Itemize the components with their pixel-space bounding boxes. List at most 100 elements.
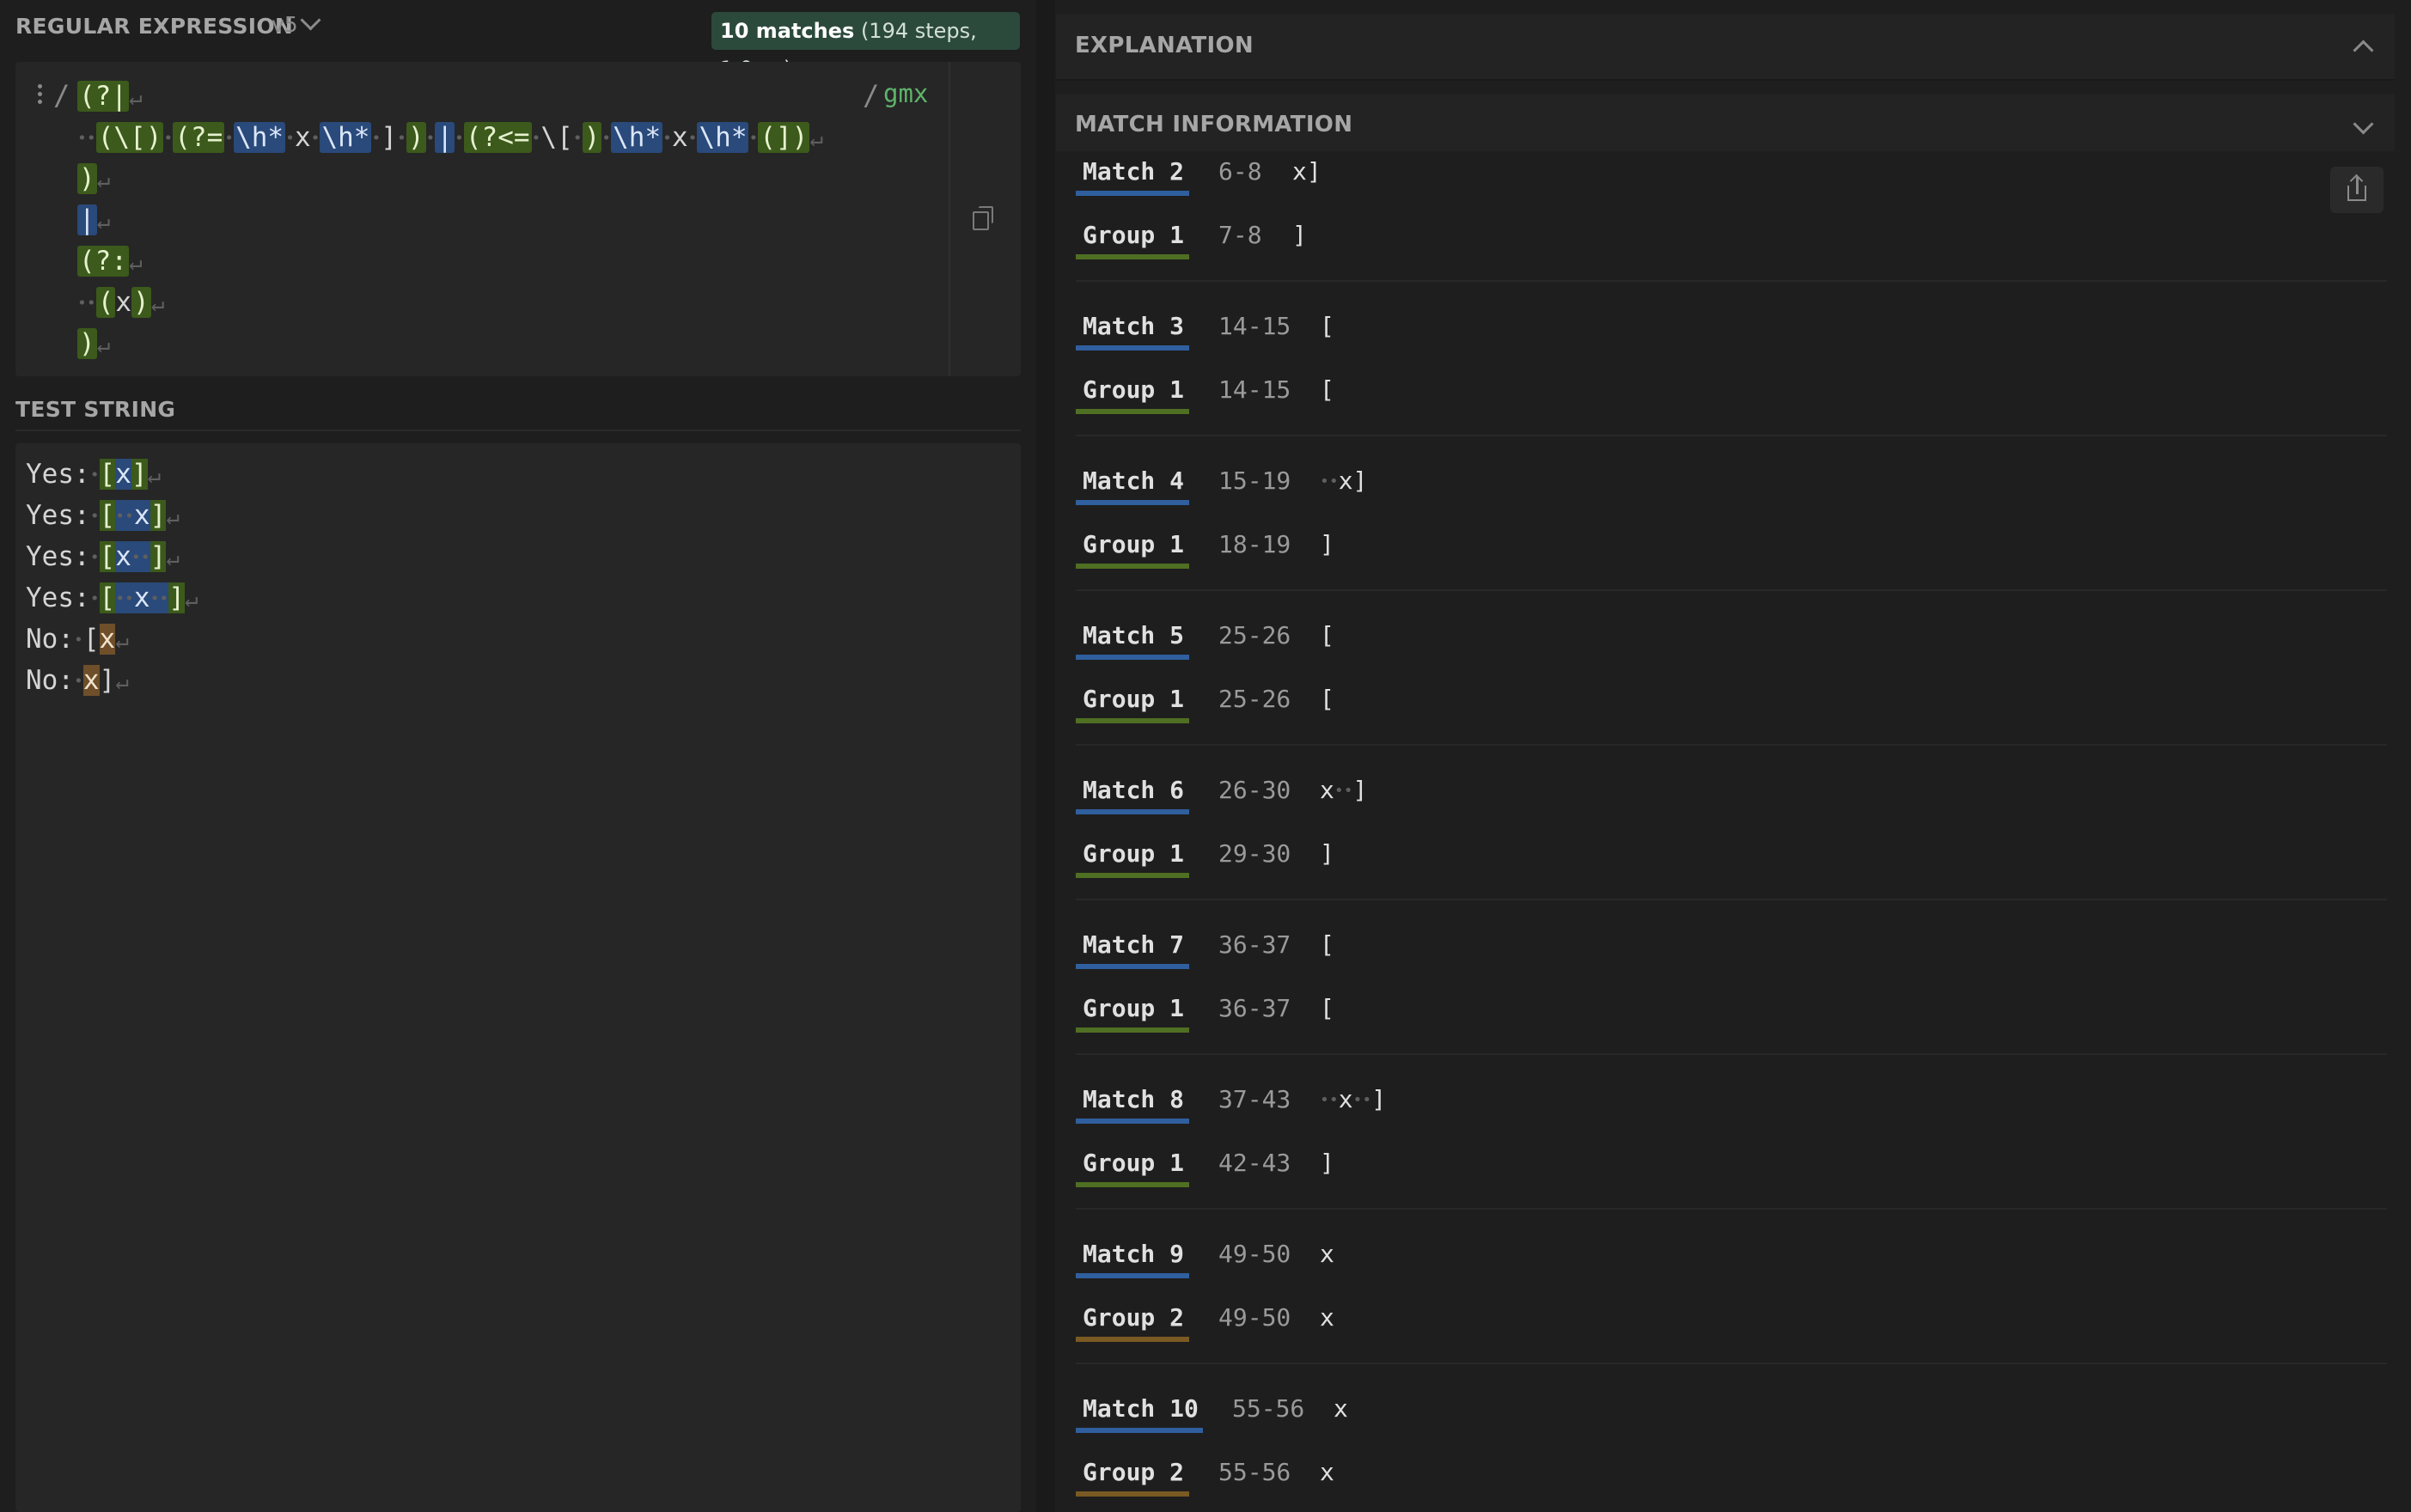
match-value: ]	[1320, 839, 1334, 868]
match-count: 10 matches	[720, 19, 855, 43]
regex-line: (?|↵	[77, 81, 143, 112]
match-value: x••]	[1320, 776, 1368, 804]
regex-delimiter-open: /	[53, 79, 70, 112]
match-range: 26-30	[1218, 776, 1291, 804]
match-label: Group 1	[1083, 685, 1185, 713]
match-row[interactable]: Match 7 36-37 [	[1076, 926, 2365, 969]
match-divider	[1076, 899, 2387, 900]
match-color-bar	[1076, 1182, 1189, 1187]
match-color-bar	[1076, 409, 1189, 414]
match-value: [	[1320, 312, 1334, 340]
group-row[interactable]: Group 1 25-26 [	[1076, 680, 2365, 723]
match-color-bar	[1076, 564, 1189, 569]
test-string-section-title: TEST STRING	[15, 397, 176, 422]
match-label: Match 5	[1083, 621, 1185, 649]
match-row[interactable]: Match 2 6-8 x]	[1076, 153, 2365, 196]
match-divider	[1076, 589, 2387, 591]
match-label: Group 1	[1083, 839, 1185, 868]
match-divider	[1076, 744, 2387, 746]
panel-splitter[interactable]	[1036, 0, 1055, 1512]
match-label: Match 7	[1083, 930, 1185, 959]
match-information-header[interactable]: MATCH INFORMATION	[1056, 94, 2395, 151]
regex-options-icon[interactable]	[38, 84, 43, 107]
match-range: 36-37	[1218, 994, 1291, 1022]
match-color-bar	[1076, 345, 1189, 351]
regex-delimiter-close: /	[863, 79, 880, 112]
group-row[interactable]: Group 1 42-43]	[1076, 1144, 2365, 1187]
match-range: 55-56	[1218, 1458, 1291, 1486]
match-label: Group 1	[1083, 1149, 1185, 1177]
match-color-bar	[1076, 1491, 1189, 1497]
group-row[interactable]: Group 1 14-15 [	[1076, 371, 2365, 414]
explanation-header[interactable]: EXPLANATION	[1056, 14, 2395, 81]
match-row[interactable]: Match 5 25-26 [	[1076, 617, 2365, 660]
match-label: Match 6	[1083, 776, 1185, 804]
match-value: [	[1320, 994, 1334, 1022]
match-label: Group 2	[1083, 1303, 1185, 1332]
match-label: Group 1	[1083, 375, 1185, 404]
match-row[interactable]: Match 9 49-50 x	[1076, 1235, 2365, 1278]
group-row[interactable]: Group 1 7-8]	[1076, 216, 2365, 259]
match-range: 36-37	[1218, 930, 1291, 959]
match-range: 15-19	[1218, 466, 1291, 495]
match-color-bar	[1076, 191, 1189, 196]
match-row[interactable]: Match 6 26-30 x••]	[1076, 771, 2365, 814]
regex-line: (?:↵	[77, 246, 143, 277]
match-color-bar	[1076, 1273, 1189, 1278]
match-range: 18-19	[1218, 530, 1291, 558]
match-label: Match 9	[1083, 1240, 1185, 1268]
group-row[interactable]: Group 2 55-56 x	[1076, 1454, 2365, 1497]
match-value: ]	[1320, 530, 1334, 558]
test-string-line: Yes:•[x••]↵	[26, 541, 180, 572]
match-value: ]	[1320, 1149, 1334, 1177]
test-string-line: Yes:•[x]↵	[26, 459, 162, 490]
match-information-title: MATCH INFORMATION	[1075, 112, 1353, 137]
match-range: 7-8	[1218, 221, 1262, 249]
match-value: x	[1320, 1458, 1334, 1486]
regex-line: ••(\[) •(?= •\h* •x•\h* •]•) •| •(?<= •\[•) •\h*…	[77, 122, 823, 153]
regex-line: )↵	[77, 328, 111, 359]
match-color-bar	[1076, 1027, 1189, 1033]
chevron-down-icon	[300, 9, 321, 31]
match-range: 6-8	[1218, 157, 1262, 186]
match-label: Group 1	[1083, 994, 1185, 1022]
match-color-bar	[1076, 500, 1189, 505]
match-row[interactable]: Match 8 37-43 ••x••]	[1076, 1081, 2365, 1124]
match-color-bar	[1076, 1428, 1203, 1433]
explanation-title: EXPLANATION	[1075, 33, 1254, 58]
group-row[interactable]: Group 1 29-30]	[1076, 835, 2365, 878]
copy-icon[interactable]	[973, 206, 995, 230]
group-row[interactable]: Group 1 18-19]	[1076, 526, 2365, 569]
match-row[interactable]: Match 4 15-19 ••x]	[1076, 462, 2365, 505]
section-divider	[15, 430, 1021, 431]
match-value: ••x••]	[1320, 1085, 1387, 1113]
match-range: 37-43	[1218, 1085, 1291, 1113]
match-color-bar	[1076, 254, 1189, 259]
test-string-line: No:•x]↵	[26, 665, 129, 696]
match-value: x	[1334, 1394, 1348, 1423]
match-color-bar	[1076, 655, 1189, 660]
match-value: ]	[1292, 221, 1307, 249]
match-divider	[1076, 1208, 2387, 1210]
match-label: Match 8	[1083, 1085, 1185, 1113]
match-row[interactable]: Match 3 14-15 [	[1076, 308, 2365, 351]
regex-line: |↵	[77, 204, 111, 235]
match-color-bar	[1076, 809, 1189, 814]
match-value: x]	[1292, 157, 1321, 186]
match-color-bar	[1076, 873, 1189, 878]
match-row[interactable]: Match 10 55-56 x	[1076, 1390, 2365, 1433]
match-value: x	[1320, 1240, 1334, 1268]
flavor-label: v5	[272, 12, 298, 37]
match-value: [	[1320, 930, 1334, 959]
regex-flags[interactable]: gmx	[883, 79, 928, 108]
match-range: 49-50	[1218, 1240, 1291, 1268]
match-value: [	[1320, 621, 1334, 649]
match-label: Group 1	[1083, 221, 1185, 249]
chevron-up-icon[interactable]	[2353, 40, 2374, 61]
chevron-down-icon[interactable]	[2353, 113, 2374, 135]
match-range: 14-15	[1218, 312, 1291, 340]
regex-line: )↵	[77, 163, 111, 194]
group-row[interactable]: Group 2 49-50 x	[1076, 1299, 2365, 1342]
group-row[interactable]: Group 1 36-37 [	[1076, 990, 2365, 1033]
flavor-dropdown[interactable]: v5	[272, 9, 321, 37]
